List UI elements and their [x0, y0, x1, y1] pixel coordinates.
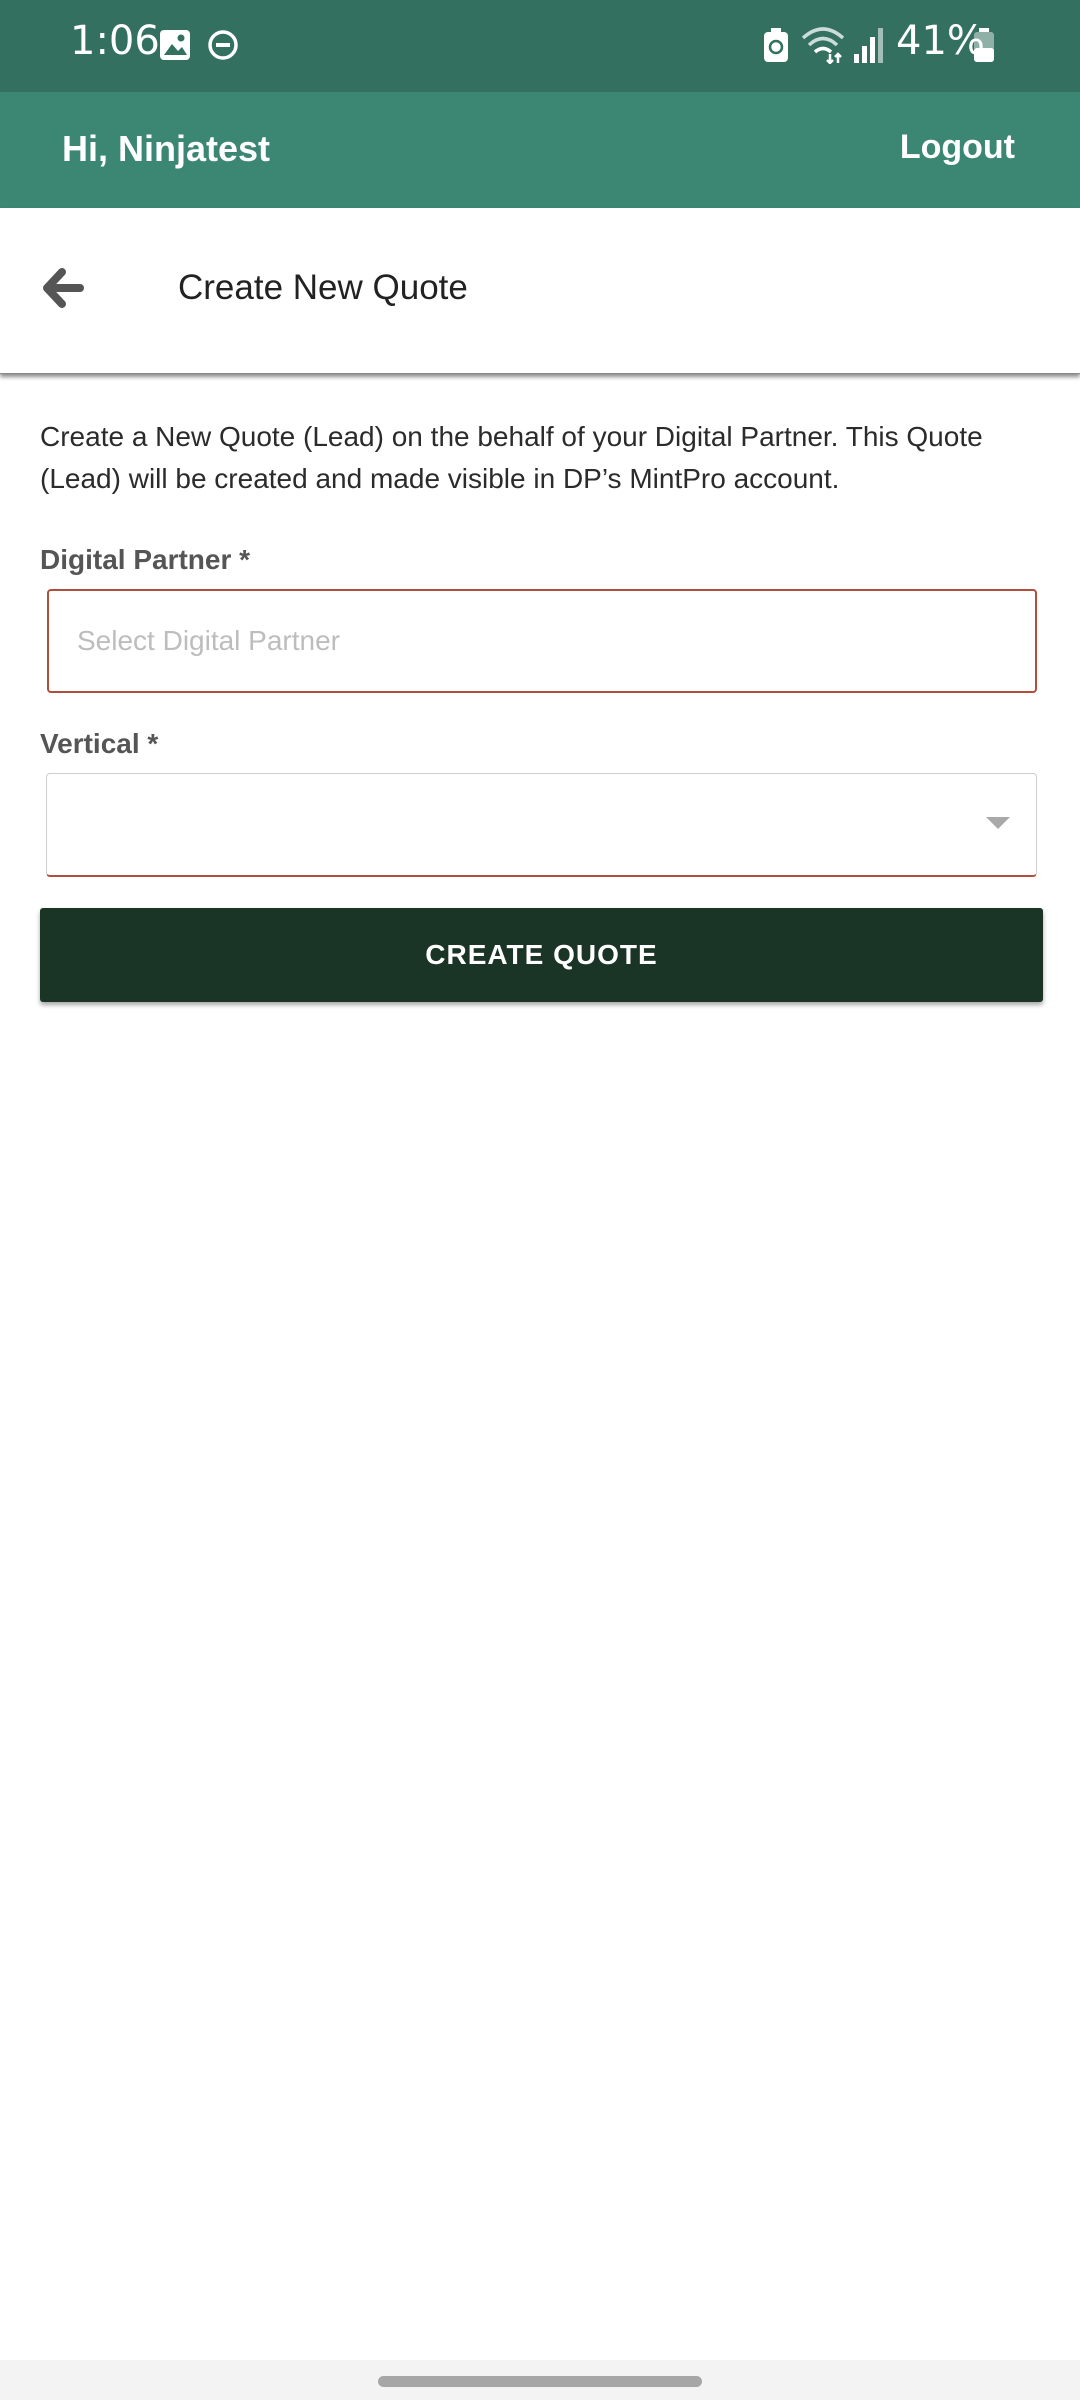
digital-partner-input[interactable]: [47, 589, 1037, 693]
home-indicator[interactable]: [378, 2376, 702, 2387]
battery-saver-icon: [764, 28, 788, 62]
form-description: Create a New Quote (Lead) on the behalf …: [40, 421, 983, 494]
vertical-select[interactable]: [46, 773, 1037, 877]
navigation-bar: [0, 2360, 1080, 2400]
signal-icon: [854, 28, 883, 63]
page-title: Create New Quote: [178, 268, 468, 307]
status-bar: 1:06 41%: [0, 0, 1080, 92]
back-button[interactable]: [28, 252, 100, 324]
status-time: 1:06: [70, 18, 160, 64]
do-not-disturb-icon: [208, 30, 238, 60]
logout-button[interactable]: Logout: [900, 128, 1015, 167]
arrow-left-icon: [43, 268, 84, 308]
wifi-icon: [801, 27, 845, 64]
create-quote-button[interactable]: CREATE QUOTE: [40, 908, 1043, 1002]
greeting: Hi, Ninjatest: [62, 128, 271, 169]
vertical-label: Vertical *: [40, 728, 159, 759]
chevron-down-icon: [986, 817, 1010, 829]
digital-partner-label: Digital Partner *: [40, 544, 251, 575]
gallery-icon: [160, 30, 190, 60]
app-header: Hi, Ninjatest Logout: [0, 92, 1080, 208]
title-bar: Create New Quote: [0, 208, 1080, 374]
battery-icon: [974, 28, 994, 62]
